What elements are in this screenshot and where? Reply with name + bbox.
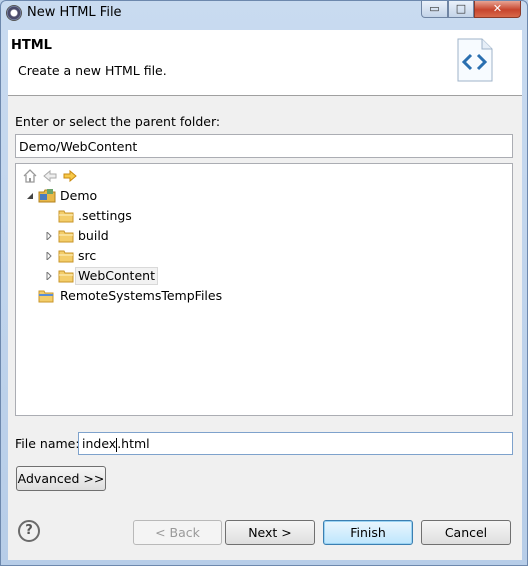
project-folder-icon: [38, 290, 54, 303]
dialog-body: HTML Create a new HTML file. Enter or se…: [8, 30, 522, 560]
minimize-button[interactable]: ▭: [421, 1, 448, 18]
tree-item-label: RemoteSystemsTempFiles: [60, 288, 223, 303]
tree-item-label: Demo: [60, 188, 98, 203]
folder-icon: [58, 270, 74, 283]
folder-icon: [58, 230, 74, 243]
expanded-twisty-icon[interactable]: [26, 192, 34, 200]
tree-item-src[interactable]: src: [16, 247, 216, 265]
cancel-button[interactable]: Cancel: [421, 520, 511, 545]
title-bar[interactable]: New HTML File ▭ □ ✕: [1, 1, 527, 25]
tree-item-build[interactable]: build: [16, 227, 216, 245]
tree-item-settings[interactable]: .settings: [16, 207, 216, 225]
parent-folder-input[interactable]: Demo/WebContent: [15, 134, 513, 158]
folder-icon: [58, 250, 74, 263]
page-description: Create a new HTML file.: [18, 63, 167, 78]
html-tags-icon: [457, 38, 493, 82]
tree-item-label: .settings: [78, 208, 132, 223]
file-name-value-end: .html: [117, 436, 150, 451]
window-title: New HTML File: [27, 5, 122, 20]
eclipse-icon: [6, 5, 22, 21]
wizard-banner: HTML Create a new HTML file.: [8, 30, 522, 96]
back-button[interactable]: < Back: [133, 520, 222, 545]
dialog-window: New HTML File ▭ □ ✕ HTML Create a new HT…: [0, 0, 528, 566]
help-icon[interactable]: ?: [18, 520, 40, 542]
finish-button[interactable]: Finish: [323, 520, 413, 545]
parent-folder-label: Enter or select the parent folder:: [15, 114, 221, 129]
folder-tree[interactable]: Demo .settings build src WebContent Remo…: [15, 163, 513, 416]
tree-item-label: build: [78, 228, 109, 243]
forward-icon[interactable]: [62, 168, 78, 184]
file-name-value-start: index: [82, 436, 117, 451]
tree-item-label: src: [78, 248, 97, 263]
collapsed-twisty-icon[interactable]: [45, 252, 53, 260]
folder-icon: [58, 210, 74, 223]
close-button[interactable]: ✕: [474, 1, 521, 18]
home-icon[interactable]: [22, 168, 38, 184]
collapsed-twisty-icon[interactable]: [45, 232, 53, 240]
project-icon: [38, 189, 56, 203]
tree-item-webcontent[interactable]: WebContent: [16, 267, 216, 285]
file-name-input[interactable]: index.html: [78, 432, 513, 455]
back-icon[interactable]: [42, 168, 58, 184]
tree-item-remotesystemstempfiles[interactable]: RemoteSystemsTempFiles: [16, 287, 276, 305]
next-button[interactable]: Next >: [225, 520, 315, 545]
advanced-button[interactable]: Advanced >>: [16, 466, 106, 491]
tree-item-demo[interactable]: Demo: [16, 187, 216, 205]
page-title: HTML: [11, 38, 52, 53]
file-name-label: File name:: [15, 436, 80, 451]
collapsed-twisty-icon[interactable]: [45, 272, 53, 280]
tree-item-label: WebContent: [75, 267, 158, 285]
maximize-button[interactable]: □: [448, 1, 474, 18]
